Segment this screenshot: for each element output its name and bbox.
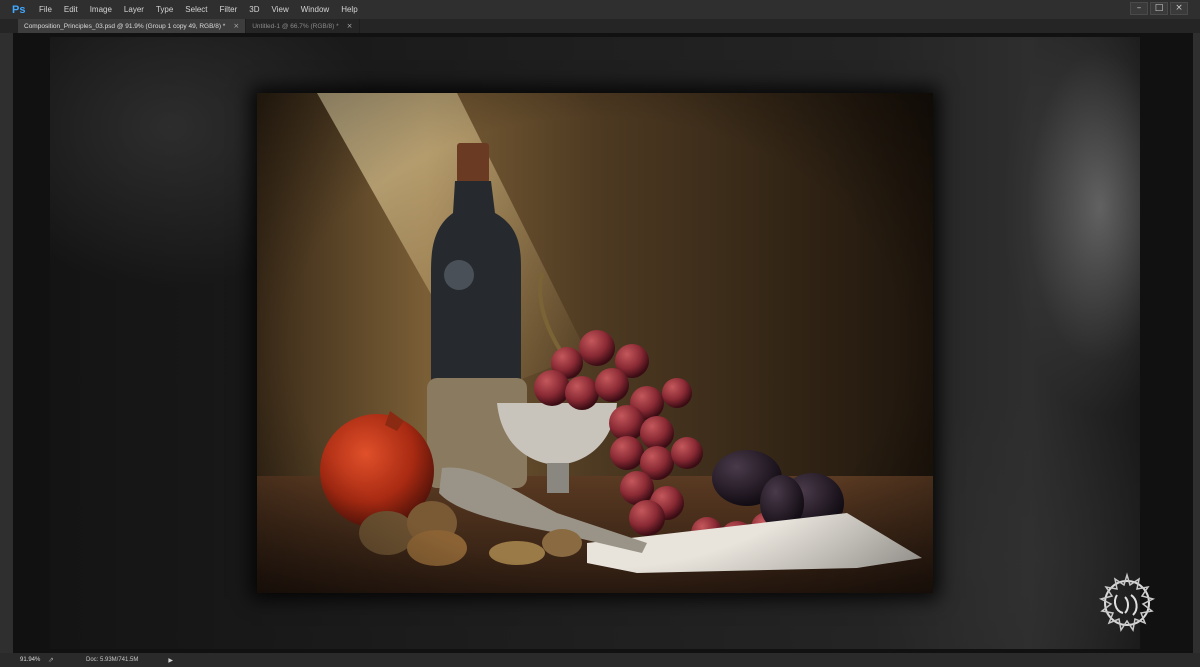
- menu-window[interactable]: Window: [301, 5, 329, 14]
- document-canvas[interactable]: [257, 93, 933, 593]
- right-panel-edge: [1193, 33, 1200, 653]
- menu-layer[interactable]: Layer: [124, 5, 144, 14]
- document-tab-bar: Composition_Principles_03.psd @ 91.9% (G…: [0, 19, 1200, 33]
- tab-label: Composition_Principles_03.psd @ 91.9% (G…: [24, 22, 226, 30]
- menu-select[interactable]: Select: [185, 5, 207, 14]
- menu-help[interactable]: Help: [341, 5, 357, 14]
- menu-bar: Ps File Edit Image Layer Type Select Fil…: [0, 0, 1200, 19]
- menu-3d[interactable]: 3D: [249, 5, 259, 14]
- document-workarea[interactable]: [13, 33, 1193, 653]
- menu-edit[interactable]: Edit: [64, 5, 78, 14]
- left-panel-edge: [0, 33, 13, 653]
- tab-untitled-1[interactable]: Untitled-1 @ 66.7% (RGB/8) * ×: [246, 19, 360, 33]
- tab-label: Untitled-1 @ 66.7% (RGB/8) *: [252, 22, 339, 30]
- export-icon[interactable]: ⇗: [48, 656, 60, 664]
- zoom-level-field[interactable]: 91.94%: [20, 657, 44, 663]
- menu-file[interactable]: File: [39, 5, 52, 14]
- menu-type[interactable]: Type: [156, 5, 173, 14]
- menu-filter[interactable]: Filter: [220, 5, 238, 14]
- menu-view[interactable]: View: [272, 5, 289, 14]
- menu-image[interactable]: Image: [90, 5, 112, 14]
- status-bar: 91.94% ⇗ Doc: 5.93M/741.5M ▶: [0, 653, 1200, 667]
- minimize-icon[interactable]: –: [1130, 2, 1148, 15]
- close-icon[interactable]: ×: [1170, 2, 1188, 15]
- watermark-logo: [1098, 572, 1156, 632]
- window-controls: – □ ×: [1130, 2, 1188, 15]
- photoshop-window: Ps File Edit Image Layer Type Select Fil…: [0, 0, 1200, 667]
- doc-size-info: Doc: 5.93M/741.5M: [86, 657, 139, 663]
- status-arrow-icon[interactable]: ▶: [168, 657, 173, 664]
- restore-icon[interactable]: □: [1150, 2, 1168, 15]
- tab-composition-principles[interactable]: Composition_Principles_03.psd @ 91.9% (G…: [18, 19, 247, 33]
- tab-close-icon[interactable]: ×: [233, 22, 239, 30]
- still-life-photo: [257, 93, 933, 593]
- ps-logo-icon[interactable]: Ps: [12, 3, 28, 17]
- tab-close-icon[interactable]: ×: [347, 22, 353, 30]
